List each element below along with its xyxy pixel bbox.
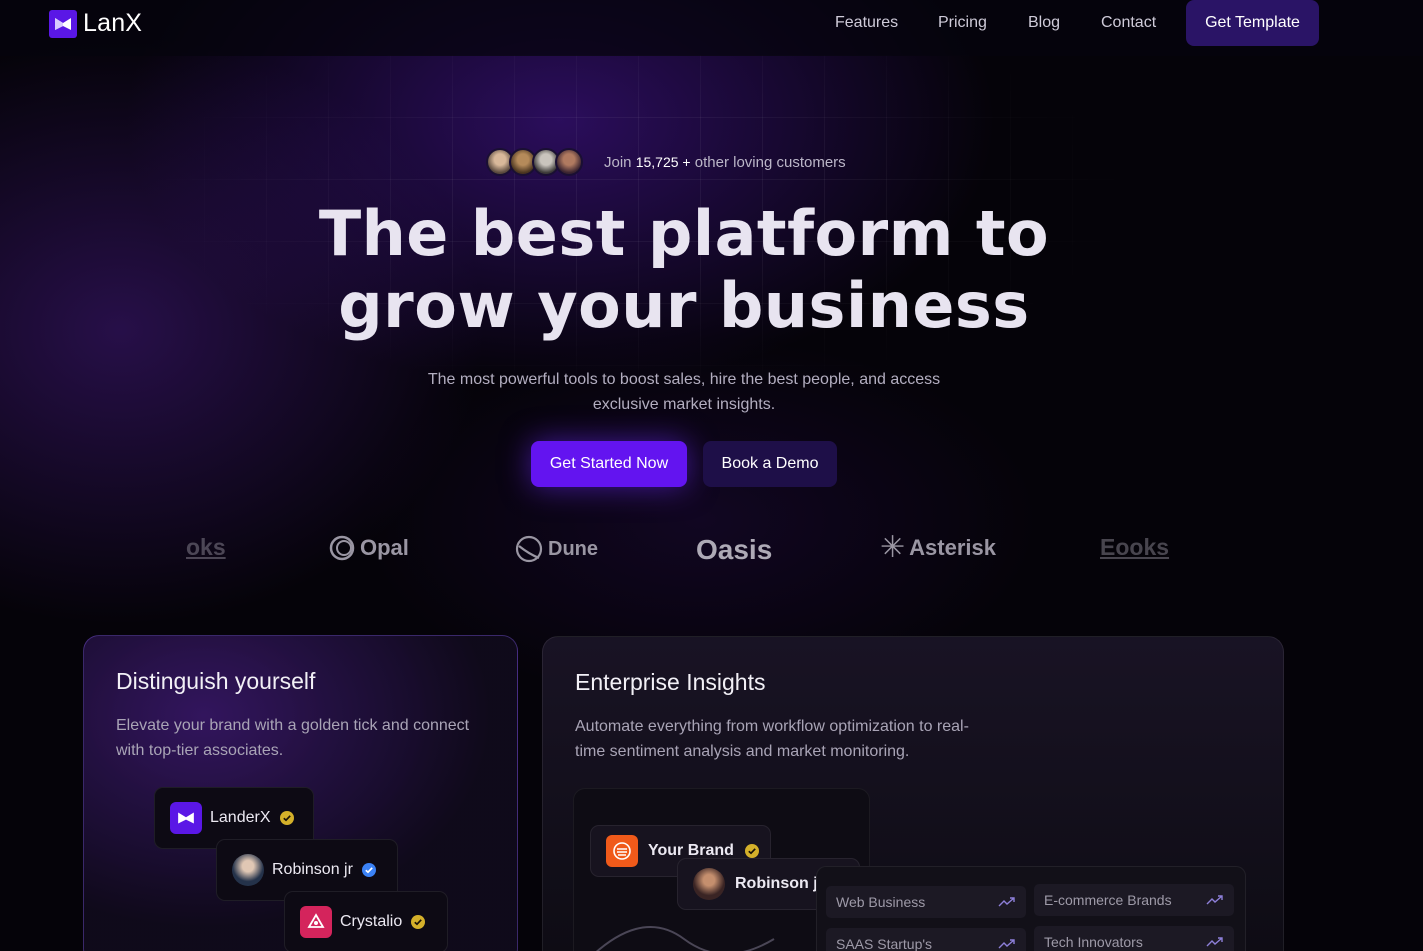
distinguish-description: Elevate your brand with a golden tick an… — [116, 717, 470, 759]
trend-up-icon — [1206, 895, 1223, 905]
market-metrics-panel: Web Business E-commerce Brands SAAS Star… — [816, 866, 1246, 951]
social-suffix: other loving customers — [694, 153, 846, 171]
metric-saas-startups: SAAS Startup's — [826, 928, 1026, 951]
partner-logo-label: Eooks — [1100, 534, 1170, 560]
metric-label: Web Business — [836, 894, 926, 910]
crystalio-logo-icon — [300, 906, 332, 938]
enterprise-title: Enterprise Insights — [575, 669, 766, 695]
partner-logo-eooks-partial: Eooks — [1100, 534, 1169, 561]
partner-logo-oasis: Oasis — [696, 534, 772, 566]
blue-verified-icon — [361, 863, 376, 877]
metric-tech-innovators: Tech Innovators — [1034, 926, 1234, 951]
social-prefix: Join — [604, 153, 632, 171]
get-template-button[interactable]: Get Template — [1186, 0, 1319, 46]
customer-avatars — [486, 148, 583, 176]
metric-label: E-commerce Brands — [1044, 892, 1172, 908]
metric-web-business: Web Business — [826, 886, 1026, 918]
nav-link-pricing[interactable]: Pricing — [938, 14, 987, 32]
nav-link-blog[interactable]: Blog — [1028, 14, 1060, 32]
trend-up-icon — [998, 897, 1015, 907]
chip-label: Crystalio — [340, 913, 403, 930]
dune-icon — [515, 535, 543, 563]
hero-title: The best platform to grow your business — [0, 198, 1368, 342]
avatar — [555, 148, 583, 176]
book-demo-button[interactable]: Book a Demo — [703, 441, 837, 487]
your-brand-logo-icon — [606, 835, 638, 867]
gold-verified-icon — [744, 844, 759, 858]
asterisk-icon: ✳ — [880, 531, 906, 564]
robinson-avatar — [232, 854, 264, 886]
robinson-avatar — [693, 868, 725, 900]
partner-logo-opal: Opal — [328, 534, 409, 562]
customer-count: 15,725 + — [635, 153, 691, 170]
chip-label: Robinson jr — [735, 875, 824, 892]
brand-logo[interactable]: LanX — [49, 9, 142, 38]
opal-icon — [329, 535, 355, 561]
trend-up-icon — [998, 939, 1015, 949]
hero-subtitle: The most powerful tools to boost sales, … — [427, 371, 941, 413]
lanx-logo-icon — [49, 9, 77, 38]
hero-title-line-2: grow your business — [338, 269, 1030, 342]
get-started-button[interactable]: Get Started Now — [531, 441, 687, 487]
chip-label: LanderX — [210, 809, 271, 826]
gold-verified-icon — [279, 811, 294, 825]
partner-logo-label: Oasis — [696, 534, 773, 565]
metric-label: Tech Innovators — [1044, 934, 1143, 950]
partner-logo-books-partial: oks — [186, 534, 226, 561]
partner-logo-label: Asterisk — [909, 535, 996, 560]
metric-ecommerce-brands: E-commerce Brands — [1034, 884, 1234, 916]
landerx-logo-icon — [170, 802, 202, 834]
social-proof-text: Join 15,725 + other loving customers — [604, 154, 846, 171]
partner-logo-dune: Dune — [514, 534, 598, 564]
social-proof: Join 15,725 + other loving customers — [486, 148, 846, 176]
distinguish-title: Distinguish yourself — [116, 668, 316, 694]
nav-link-features[interactable]: Features — [835, 14, 898, 32]
partner-logo-label: Dune — [548, 537, 598, 560]
hero-title-line-1: The best platform to — [318, 197, 1050, 270]
partner-logo-label: oks — [186, 534, 226, 560]
chip-label: Robinson jr — [272, 861, 353, 878]
trend-up-icon — [1206, 937, 1223, 947]
gold-verified-icon — [411, 915, 426, 929]
nav-link-contact[interactable]: Contact — [1101, 14, 1156, 32]
partner-logo-asterisk: ✳ Asterisk — [880, 531, 996, 564]
metric-label: SAAS Startup's — [836, 936, 933, 951]
enterprise-description: Automate everything from workflow optimi… — [575, 718, 969, 760]
partner-logo-label: Opal — [360, 535, 409, 560]
top-nav: LanX Features Pricing Blog Contact Get T… — [0, 0, 1423, 56]
profile-chip-crystalio: Crystalio — [284, 891, 448, 951]
brand-name: LanX — [83, 9, 143, 37]
